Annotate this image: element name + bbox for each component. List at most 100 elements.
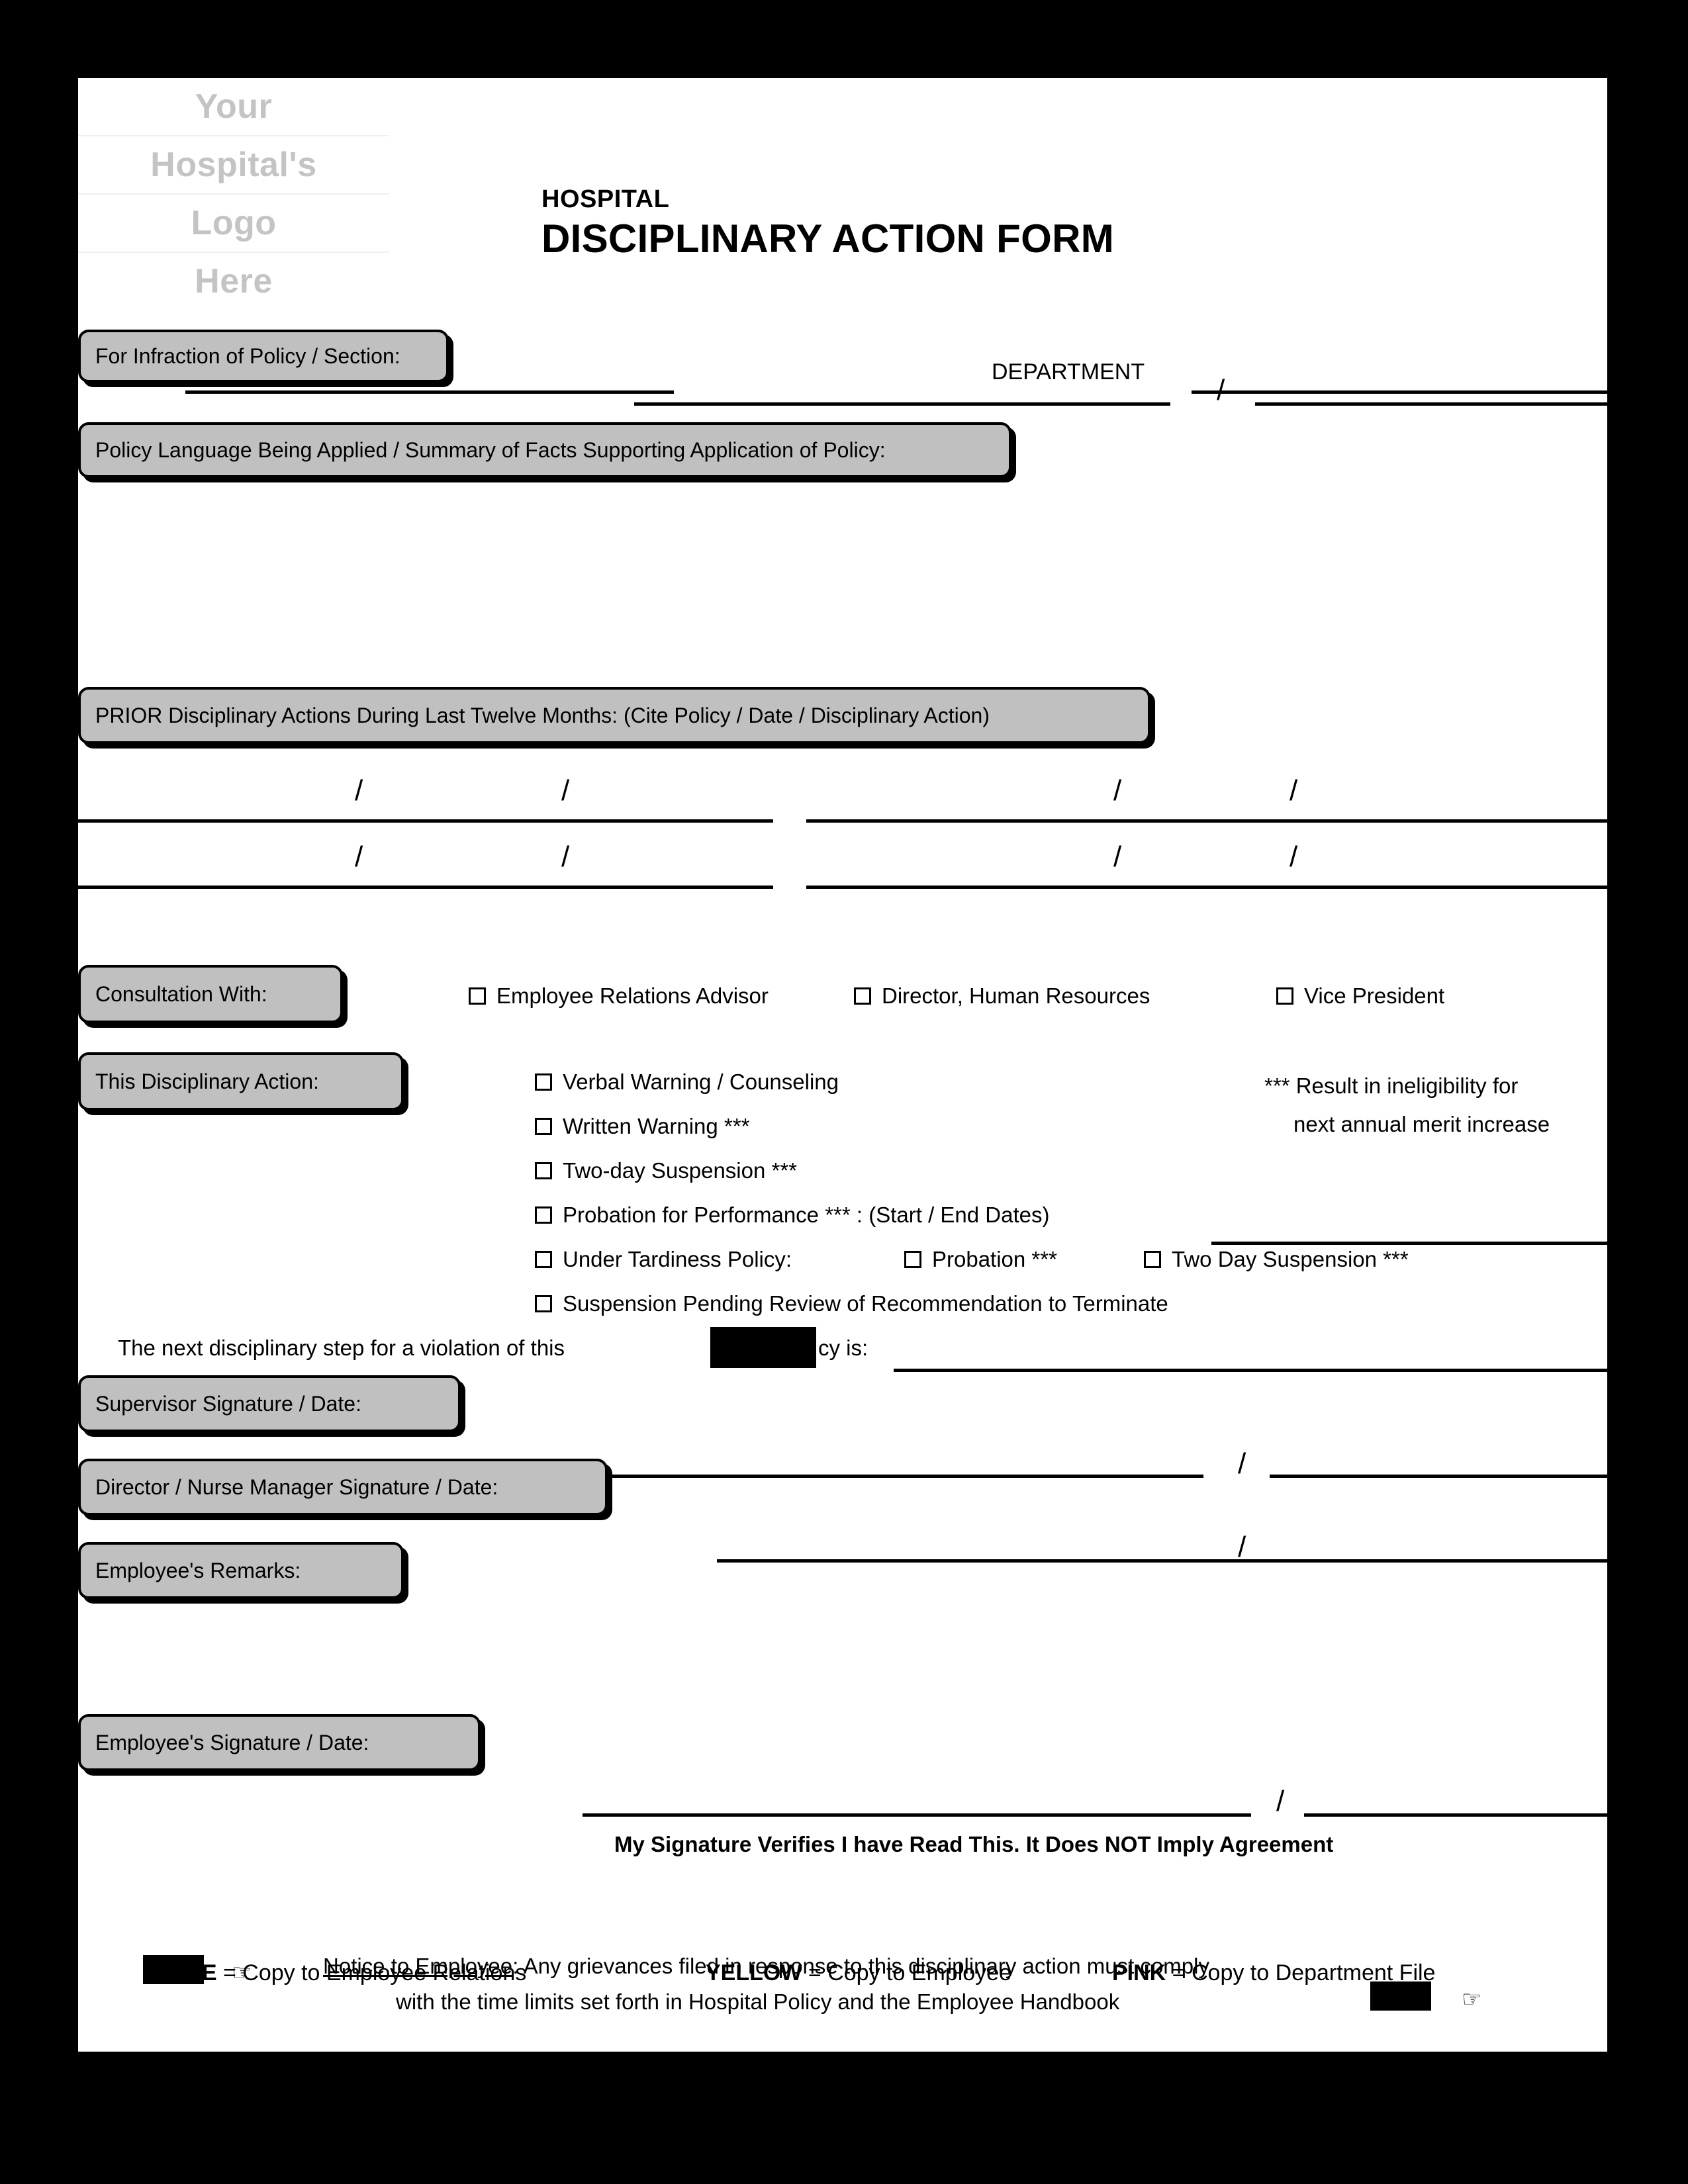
checkbox-label: Probation *** bbox=[932, 1247, 1057, 1271]
label-text: Consultation With: bbox=[95, 981, 267, 1006]
department-line[interactable] bbox=[1192, 390, 1607, 394]
infraction-policy-line[interactable] bbox=[634, 402, 1170, 406]
employee-name-line[interactable] bbox=[185, 390, 674, 394]
checkbox-label: Written Warning *** bbox=[563, 1114, 750, 1138]
checkbox-suspension-pending-review[interactable]: Suspension Pending Review of Recommendat… bbox=[535, 1291, 1168, 1316]
slash-separator: / bbox=[355, 841, 363, 873]
checkbox-icon[interactable] bbox=[535, 1295, 552, 1312]
label-consultation-with: Consultation With: bbox=[78, 965, 343, 1023]
logo-line: Here bbox=[195, 262, 273, 300]
slash-separator: / bbox=[1238, 1447, 1246, 1480]
checkbox-icon[interactable] bbox=[535, 1162, 552, 1179]
checkbox-icon[interactable] bbox=[854, 987, 871, 1005]
employee-signature-line[interactable] bbox=[583, 1813, 1251, 1817]
prior-action-line-1a[interactable] bbox=[78, 819, 773, 823]
slash-separator: / bbox=[1113, 774, 1122, 807]
checkbox-director-human-resources[interactable]: Director, Human Resources bbox=[854, 983, 1150, 1009]
checkbox-icon[interactable] bbox=[535, 1206, 552, 1224]
copy-yellow: YELLOW = Copy to Employee bbox=[706, 1960, 1011, 1986]
label-text: This Disciplinary Action: bbox=[95, 1069, 319, 1093]
copy-pink: PINK = Copy to Department File bbox=[1112, 1960, 1435, 1986]
hospital-logo-placeholder: Your Hospital's Logo Here bbox=[78, 78, 389, 306]
checkbox-label: Suspension Pending Review of Recommendat… bbox=[563, 1291, 1168, 1316]
checkbox-icon[interactable] bbox=[1144, 1251, 1161, 1268]
label-text: Supervisor Signature / Date: bbox=[95, 1391, 361, 1416]
copy-yellow-key: YELLOW bbox=[706, 1960, 802, 1985]
footer-page-number: Page 1 of 1 bbox=[1429, 2139, 1534, 2161]
checkbox-probation-for-performance[interactable]: Probation for Performance *** : (Start /… bbox=[535, 1203, 1050, 1228]
signature-verification-note: My Signature Verifies I have Read This. … bbox=[614, 1832, 1334, 1856]
checkbox-label: Probation for Performance *** : (Start /… bbox=[563, 1203, 1050, 1227]
checkbox-icon[interactable] bbox=[535, 1073, 552, 1091]
label-employee-remarks: Employee's Remarks: bbox=[78, 1542, 404, 1599]
next-step-line[interactable] bbox=[894, 1369, 1607, 1372]
checkbox-tardiness-two-day-suspension[interactable]: Two Day Suspension *** bbox=[1144, 1247, 1409, 1272]
copy-yellow-value: = Copy to Employee bbox=[802, 1960, 1011, 1985]
checkbox-tardiness-probation[interactable]: Probation *** bbox=[904, 1247, 1057, 1272]
checkbox-verbal-warning[interactable]: Verbal Warning / Counseling bbox=[535, 1069, 839, 1095]
checkbox-label: Two Day Suspension *** bbox=[1172, 1247, 1409, 1271]
checkbox-label: Two-day Suspension *** bbox=[563, 1158, 798, 1183]
checkbox-two-day-suspension[interactable]: Two-day Suspension *** bbox=[535, 1158, 797, 1183]
label-director-signature: Director / Nurse Manager Signature / Dat… bbox=[78, 1459, 608, 1516]
checkbox-label: Under Tardiness Policy: bbox=[563, 1247, 792, 1271]
checkbox-employee-relations-advisor[interactable]: Employee Relations Advisor bbox=[469, 983, 769, 1009]
checkbox-under-tardiness-policy[interactable]: Under Tardiness Policy: bbox=[535, 1247, 792, 1272]
slash-separator: / bbox=[1276, 1785, 1285, 1817]
slash-separator: / bbox=[1289, 774, 1298, 807]
slash-separator: / bbox=[1289, 841, 1298, 873]
label-employee-signature: Employee's Signature / Date: bbox=[78, 1714, 481, 1771]
supervisor-signature-line[interactable] bbox=[601, 1475, 1203, 1478]
director-date-line[interactable] bbox=[1270, 1559, 1607, 1563]
label-this-disciplinary-action: This Disciplinary Action: bbox=[78, 1052, 404, 1111]
copy-white-value: = Copy to Employee Relations bbox=[216, 1960, 527, 1985]
checkbox-vice-president[interactable]: Vice President bbox=[1276, 983, 1444, 1009]
label-text: Director / Nurse Manager Signature / Dat… bbox=[95, 1475, 498, 1499]
checkbox-icon[interactable] bbox=[535, 1251, 552, 1268]
slash-separator: / bbox=[561, 841, 570, 873]
slash-separator: / bbox=[355, 774, 363, 807]
footer-form-number: 8850247 Rev. 10/01 bbox=[78, 2143, 226, 2161]
label-text: For Infraction of Policy / Section: bbox=[95, 343, 400, 368]
pointing-hand-icon: ☞ bbox=[1462, 1987, 1482, 2012]
employee-date-line[interactable] bbox=[1304, 1813, 1607, 1817]
slash-separator: / bbox=[1238, 1531, 1246, 1563]
checkbox-icon[interactable] bbox=[535, 1118, 552, 1135]
checkbox-icon[interactable] bbox=[469, 987, 486, 1005]
department-label: DEPARTMENT bbox=[992, 359, 1145, 385]
label-supervisor-signature: Supervisor Signature / Date: bbox=[78, 1375, 461, 1432]
slash-separator: / bbox=[1217, 374, 1225, 406]
logo-line: Hospital's bbox=[78, 136, 389, 195]
checkbox-label: Verbal Warning / Counseling bbox=[563, 1069, 839, 1094]
label-infraction-of-policy: For Infraction of Policy / Section: bbox=[78, 330, 449, 383]
prior-action-line-2b[interactable] bbox=[806, 886, 1607, 889]
checkbox-label: Vice President bbox=[1304, 983, 1445, 1008]
label-policy-language: Policy Language Being Applied / Summary … bbox=[78, 422, 1011, 478]
logo-line: Logo bbox=[78, 195, 389, 253]
next-step-suffix: cy is: bbox=[818, 1336, 868, 1360]
label-text: Employee's Remarks: bbox=[95, 1558, 301, 1582]
label-text: PRIOR Disciplinary Actions During Last T… bbox=[95, 703, 990, 727]
checkbox-label: Director, Human Resources bbox=[882, 983, 1150, 1008]
infraction-section-line[interactable] bbox=[1255, 402, 1607, 406]
checkbox-icon[interactable] bbox=[904, 1251, 921, 1268]
checkbox-written-warning[interactable]: Written Warning *** bbox=[535, 1114, 749, 1139]
slash-separator: / bbox=[1113, 841, 1122, 873]
footer-form-name: Disciplinary Action Form_HR bbox=[654, 2143, 865, 2161]
asterisk-note-line-2: next annual merit increase bbox=[1293, 1112, 1550, 1136]
prior-action-line-1b[interactable] bbox=[806, 819, 1607, 823]
director-signature-line[interactable] bbox=[717, 1559, 1276, 1563]
label-prior-actions: PRIOR Disciplinary Actions During Last T… bbox=[78, 687, 1150, 744]
copy-white-key: WHITE bbox=[144, 1960, 217, 1985]
probation-dates-line[interactable] bbox=[1211, 1242, 1607, 1245]
supervisor-date-line[interactable] bbox=[1270, 1475, 1607, 1478]
copy-pink-key: PINK bbox=[1112, 1960, 1166, 1985]
copy-pink-value: = Copy to Department File bbox=[1166, 1960, 1436, 1985]
policy-language-writing-area[interactable] bbox=[78, 488, 1607, 674]
slash-separator: / bbox=[561, 774, 570, 807]
notice-line-2: with the time limits set forth in Hospit… bbox=[396, 1989, 1120, 2014]
prior-action-line-2a[interactable] bbox=[78, 886, 773, 889]
footer-divider-top bbox=[78, 2061, 1607, 2065]
checkbox-icon[interactable] bbox=[1276, 987, 1293, 1005]
logo-line: Your bbox=[78, 78, 389, 136]
